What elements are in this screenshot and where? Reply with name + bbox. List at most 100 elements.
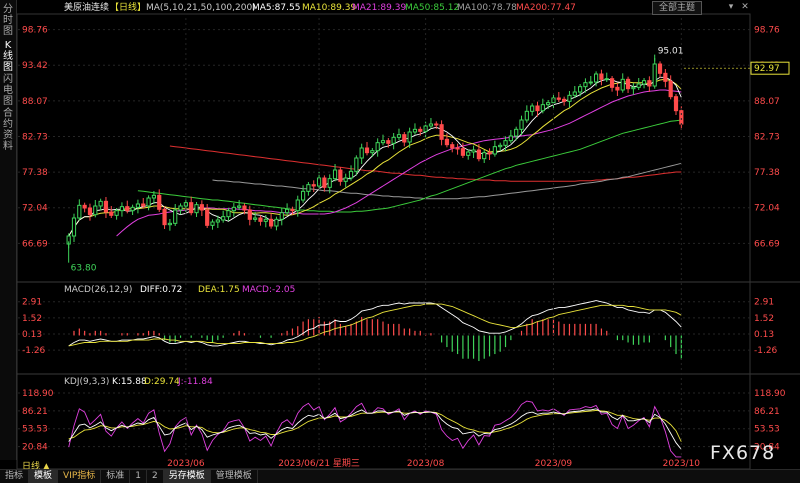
kdj-y-tick-label: 86.21 — [754, 407, 780, 417]
candle-body — [130, 206, 135, 212]
candle-body — [679, 110, 684, 125]
candle-body — [338, 169, 343, 182]
bottom-tab-standard[interactable]: 标准 — [101, 470, 131, 483]
candle-body — [508, 135, 513, 142]
chart-canvas[interactable]: 98.7698.7693.4293.4288.0788.0782.7382.73… — [0, 0, 800, 482]
candle-body — [322, 177, 327, 188]
header-ma200: MA200:77.47 — [516, 3, 576, 13]
candle-body — [540, 104, 545, 112]
candle-body — [279, 212, 284, 220]
kdj-y-tick-label-left: 86.21 — [22, 407, 48, 417]
candle-body — [71, 217, 77, 237]
candle-body — [114, 210, 119, 216]
candle-body — [647, 80, 652, 87]
candle-body — [386, 140, 391, 144]
candle-body — [498, 144, 503, 148]
candle-body — [167, 222, 172, 226]
x-tick-label: 2023/06 — [167, 459, 205, 469]
candle-body — [615, 86, 620, 91]
macd-dea-label: DEA:1.75 — [198, 285, 240, 295]
candle-body — [641, 80, 647, 85]
candle-body — [77, 204, 82, 219]
kdj-y-tick-label: 118.90 — [754, 389, 786, 399]
x-tick-label: 2023/08 — [407, 459, 445, 469]
header-ma21: MA21:89.39 — [352, 3, 406, 13]
high-price-annotation: 95.01 — [658, 47, 684, 57]
macd-y-tick-label: 1.52 — [754, 314, 774, 324]
candle-body — [524, 110, 529, 121]
candle-body — [189, 202, 194, 214]
ma21-line — [116, 89, 682, 237]
header-ma100: MA100:78.78 — [457, 3, 517, 13]
price-y-tick-label: 88.07 — [754, 97, 780, 107]
candle-body — [396, 134, 402, 138]
candle-body — [604, 78, 609, 81]
kdj-d-label: D:29.74 — [144, 377, 180, 387]
theme-button[interactable]: 全部主题 — [652, 1, 702, 15]
candle-body — [231, 206, 236, 212]
candle-body — [284, 208, 290, 214]
candle-body — [87, 207, 93, 216]
x-tick-label: 2023/10 — [663, 459, 701, 469]
candle-body — [247, 209, 252, 220]
candle-body — [242, 205, 247, 211]
candle-body — [141, 203, 146, 207]
minimize-icon[interactable]: ▾ — [726, 2, 736, 12]
candle-body — [103, 200, 109, 213]
header-period-tag: 【日线】 — [110, 1, 146, 13]
candle-body — [652, 63, 657, 87]
price-y-tick-label: 98.76 — [754, 26, 780, 36]
price-y-tick-label: 82.73 — [754, 132, 780, 142]
candle-body — [295, 199, 300, 212]
bottom-tab-template[interactable]: 模板 — [29, 470, 59, 483]
candle-body — [93, 205, 98, 216]
bottom-tab-2[interactable]: 2 — [147, 470, 164, 483]
candle-body — [157, 194, 162, 210]
bottom-tab-vip-indicator[interactable]: VIP指标 — [58, 470, 102, 483]
candle-body — [599, 73, 604, 80]
macd-diff-label: DIFF:0.72 — [140, 285, 182, 295]
price-y-tick-label: 77.38 — [754, 168, 780, 178]
candle-body — [492, 146, 497, 155]
macd-y-tick-label-left: -1.26 — [22, 346, 46, 356]
candle-body — [221, 216, 226, 221]
kdj-title: KDJ(9,3,3) — [64, 377, 109, 387]
candle-body — [535, 105, 540, 112]
price-y-tick-label-left: 72.04 — [22, 204, 48, 214]
candle-body — [300, 190, 306, 201]
candle-body — [519, 119, 524, 130]
candle-body — [434, 123, 439, 126]
candle-body — [98, 200, 103, 207]
candle-body — [327, 178, 332, 188]
macd-y-tick-label-left: 0.13 — [22, 330, 42, 340]
price-y-tick-label-left: 66.69 — [22, 239, 48, 249]
candle-body — [636, 83, 641, 88]
candle-body — [311, 184, 316, 187]
y-axis-labels: 98.7698.7693.4293.4288.0788.0782.7382.73… — [22, 26, 790, 453]
candle-body — [290, 208, 295, 212]
price-y-tick-label-left: 98.76 — [22, 26, 48, 36]
candle-body — [663, 72, 668, 82]
candle-body — [332, 169, 338, 180]
candle-body — [556, 97, 561, 100]
price-y-tick-label: 66.69 — [754, 239, 780, 249]
header-ma-title: MA(5,10,21,50,100,200) — [146, 3, 256, 13]
candle-body — [306, 184, 311, 192]
candle-body — [503, 140, 508, 146]
macd-macd-label: MACD:-2.05 — [242, 285, 295, 295]
kdj-j-label: J:-11.84 — [177, 377, 213, 387]
candle-body — [444, 138, 450, 146]
x-tick-label: 2023/06/21 星期三 — [278, 458, 360, 469]
candle-body — [567, 94, 572, 102]
macd-y-tick-label: 0.13 — [754, 330, 774, 340]
bottom-tab-manage-template[interactable]: 管理模板 — [211, 470, 258, 483]
kdj-y-tick-label-left: 118.90 — [22, 389, 54, 399]
close-icon[interactable]: ✕ — [740, 2, 750, 12]
candle-body — [391, 136, 396, 144]
bottom-tab-1[interactable]: 1 — [130, 470, 148, 483]
bottom-tab-save-template[interactable]: 另存模板 — [163, 470, 211, 483]
candle-body — [428, 123, 434, 127]
bottom-tab-indicator[interactable]: 指标 — [0, 470, 30, 483]
header-ma50: MA50:85.12 — [405, 3, 459, 13]
candlestick-series — [66, 54, 684, 263]
